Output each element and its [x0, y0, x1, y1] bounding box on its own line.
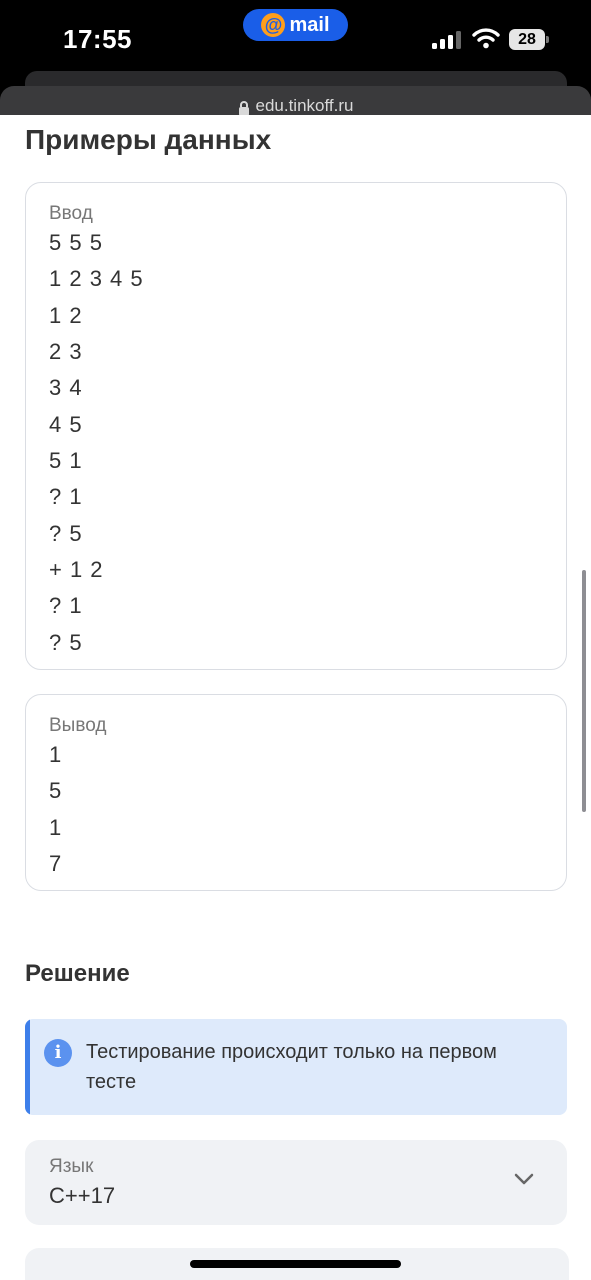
- lock-icon: [238, 101, 249, 116]
- info-notice: i Тестирование происходит только на перв…: [25, 1019, 567, 1115]
- input-line: + 1 2: [49, 557, 104, 582]
- input-example-card: Ввод 5 5 5 1 2 3 4 5 1 2 2 3 3 4 4 5 5 1…: [25, 182, 567, 670]
- status-time: 17:55: [63, 24, 132, 54]
- language-select[interactable]: Язык C++17: [25, 1140, 567, 1225]
- input-line: 1 2: [49, 303, 83, 328]
- output-line: 5: [49, 778, 63, 803]
- battery-level: 28: [509, 29, 545, 50]
- output-example-card: Вывод 1 5 1 7: [25, 694, 567, 891]
- chevron-down-icon: [514, 1173, 534, 1185]
- battery-icon: 28: [509, 29, 549, 50]
- mail-activity-pill[interactable]: @ mail: [243, 9, 348, 41]
- input-line: 1 2 3 4 5: [49, 266, 144, 291]
- cellular-signal-icon: [432, 31, 461, 49]
- status-bar: 17:55 @ mail 28: [0, 0, 591, 80]
- input-line: ? 5: [49, 630, 83, 655]
- page-content: Примеры данных Ввод 5 5 5 1 2 3 4 5 1 2 …: [0, 115, 591, 1280]
- solution-title: Решение: [25, 960, 130, 987]
- url-text: edu.tinkoff.ru: [255, 96, 354, 115]
- language-label: Язык: [49, 1156, 94, 1177]
- home-indicator[interactable]: [190, 1260, 401, 1268]
- output-label: Вывод: [49, 715, 107, 736]
- input-line: 2 3: [49, 339, 83, 364]
- info-text: Тестирование происходит только на первом…: [86, 1041, 497, 1093]
- input-label: Ввод: [49, 203, 93, 224]
- scrollbar[interactable]: [582, 570, 586, 812]
- input-line: ? 1: [49, 484, 83, 509]
- info-accent-bar: [25, 1019, 30, 1115]
- wifi-icon: [472, 28, 500, 49]
- mail-activity-label: mail: [289, 13, 330, 36]
- address-bar[interactable]: edu.tinkoff.ru: [0, 96, 591, 116]
- input-line: 4 5: [49, 412, 83, 437]
- input-line: 5 1: [49, 448, 83, 473]
- info-icon: i: [44, 1039, 72, 1067]
- examples-title: Примеры данных: [25, 124, 272, 155]
- input-line: ? 5: [49, 521, 83, 546]
- output-line: 1: [49, 742, 63, 767]
- output-line: 1: [49, 815, 63, 840]
- mail-at-icon: @: [261, 13, 286, 37]
- language-value: C++17: [49, 1183, 116, 1208]
- output-line: 7: [49, 851, 63, 876]
- input-line: 5 5 5: [49, 230, 103, 255]
- input-line: ? 1: [49, 593, 83, 618]
- input-line: 3 4: [49, 375, 83, 400]
